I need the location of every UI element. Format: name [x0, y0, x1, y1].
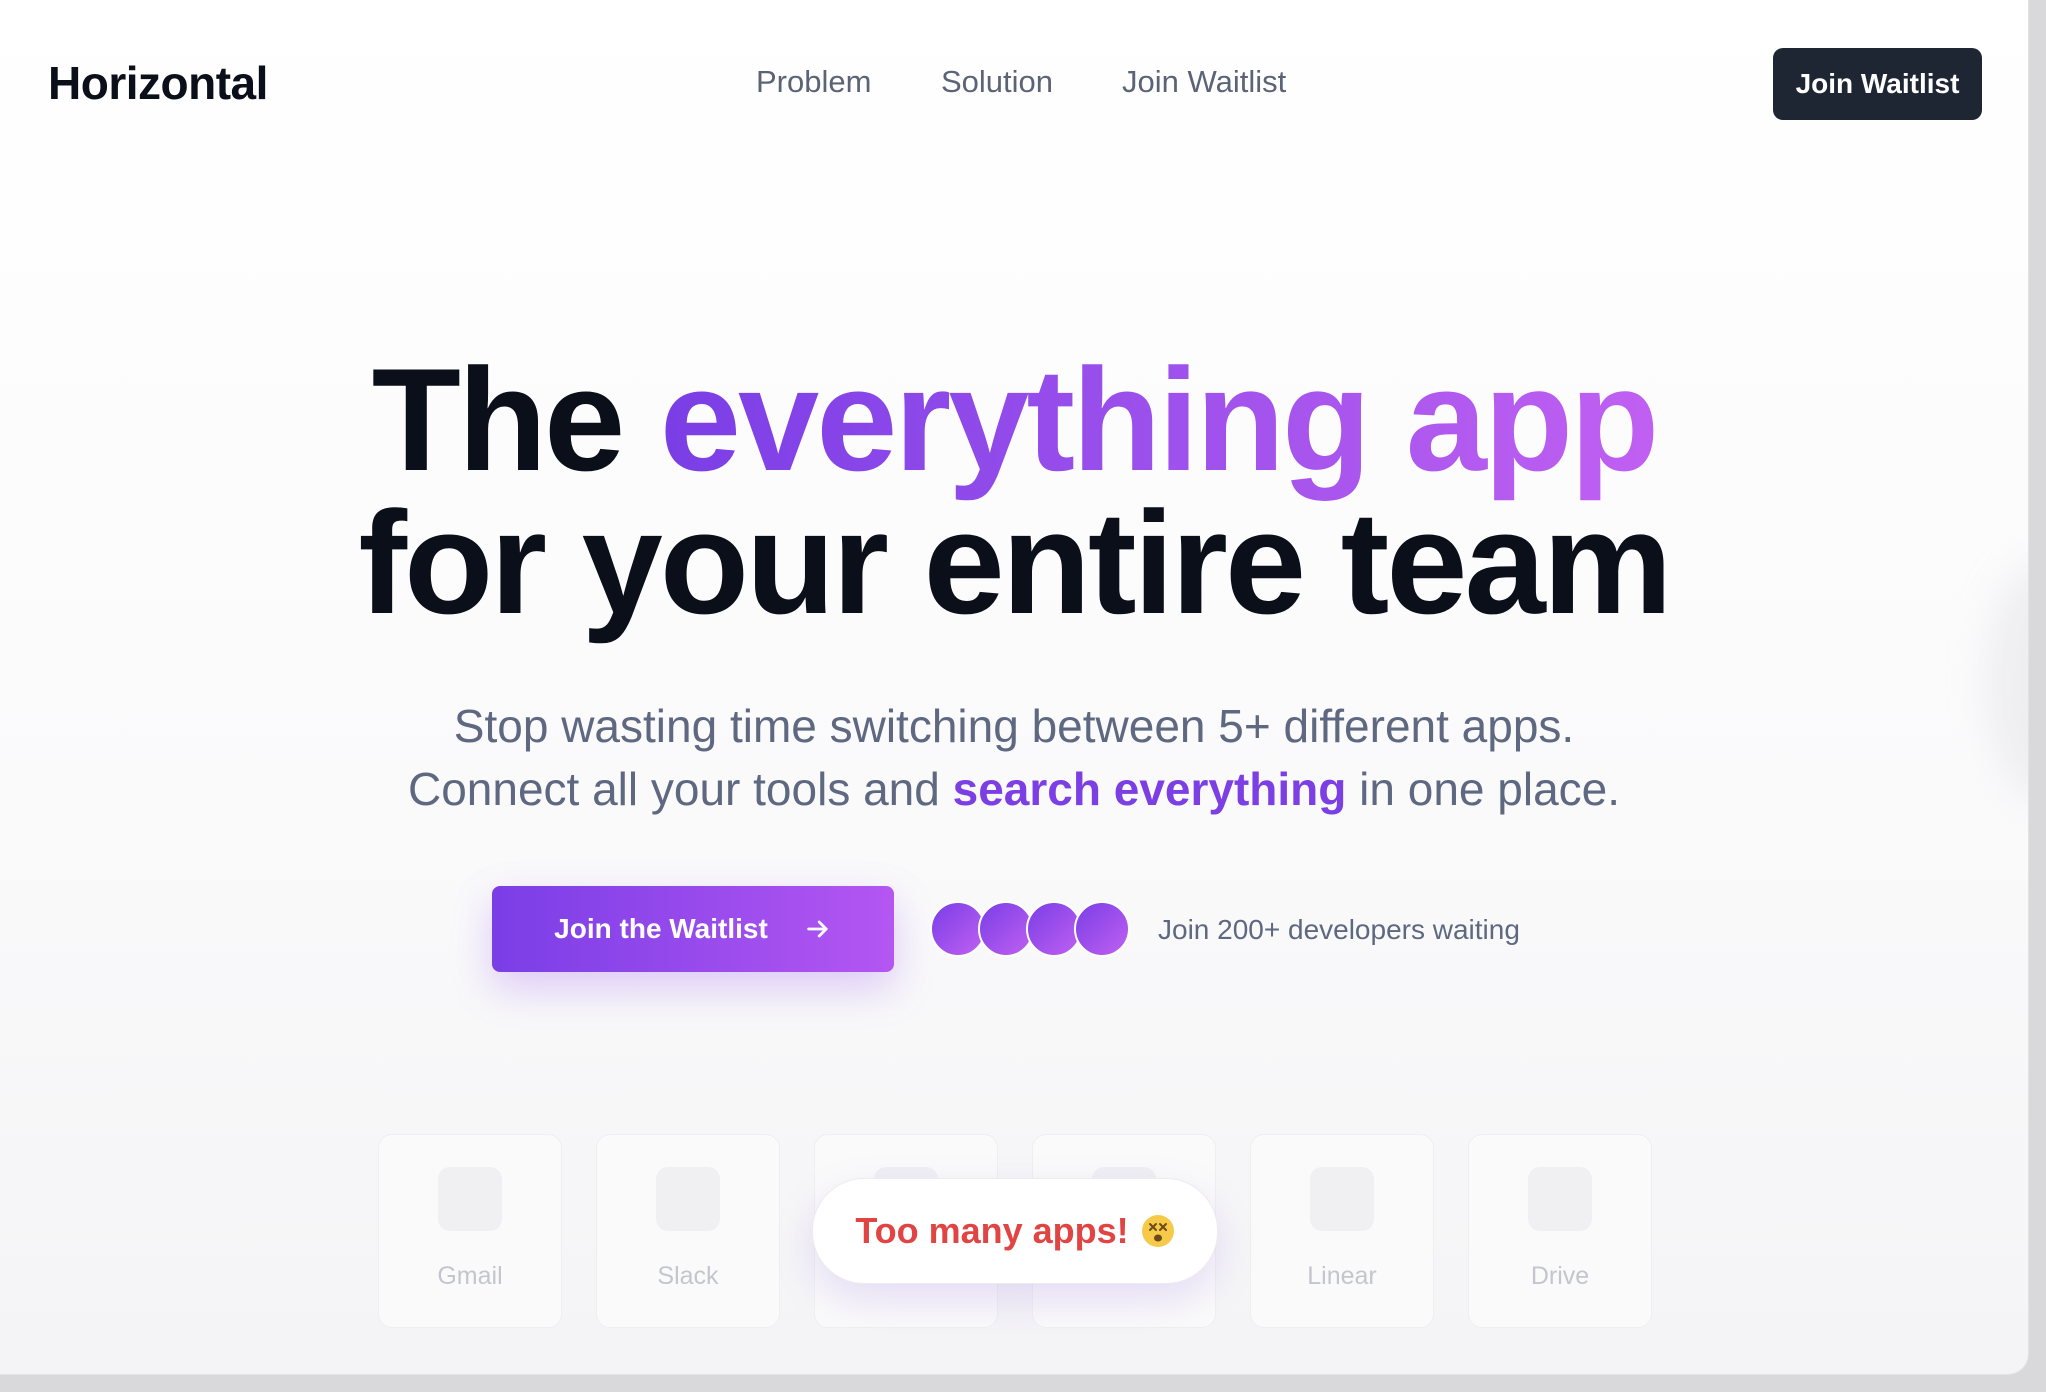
app-card-label: Gmail — [437, 1262, 503, 1290]
browser-window: Horizontal Problem Solution Join Waitlis… — [0, 0, 2028, 1374]
cta-label: Join the Waitlist — [554, 913, 768, 944]
hero-heading-highlight: everything app — [659, 338, 1659, 501]
app-card-drive: Drive — [1468, 1134, 1652, 1328]
app-card-label: Linear — [1307, 1262, 1377, 1290]
join-waitlist-button[interactable]: Join Waitlist — [1773, 48, 1982, 120]
social-proof-text: Join 200+ developers waiting — [1158, 914, 1520, 945]
hero-subtitle-line-2: Connect all your tools and search everyt… — [0, 757, 2028, 821]
nav-link-solution[interactable]: Solution — [941, 64, 1053, 100]
too-many-apps-text: Too many apps! — [855, 1210, 1129, 1251]
app-card-label: Drive — [1530, 1262, 1590, 1290]
hero-subtitle-line-1: Stop wasting time switching between 5+ d… — [453, 700, 1575, 752]
top-nav: Problem Solution Join Waitlist — [0, 64, 2028, 108]
avatar — [1074, 901, 1130, 957]
hero-heading-plain: The — [371, 338, 660, 501]
avatar-stack — [930, 901, 1140, 957]
app-icon-placeholder — [656, 1167, 720, 1231]
subtitle-text-before: Connect all your tools and — [407, 763, 953, 815]
nav-link-problem[interactable]: Problem — [756, 64, 871, 100]
app-icon-placeholder — [1310, 1167, 1374, 1231]
app-card-linear: Linear — [1250, 1134, 1434, 1328]
nav-link-join-waitlist[interactable]: Join Waitlist — [1122, 64, 1286, 100]
app-icon-placeholder — [1528, 1167, 1592, 1231]
subtitle-highlight: search everything — [952, 763, 1347, 815]
arrow-right-icon — [807, 920, 828, 938]
app-icon-placeholder — [438, 1167, 502, 1231]
hero-heading-line-2: for your entire team — [358, 481, 1672, 644]
too-many-apps-badge: Too many apps! — [812, 1178, 1218, 1284]
join-the-waitlist-button[interactable]: Join the Waitlist — [492, 886, 894, 972]
app-card-slack: Slack — [596, 1134, 780, 1328]
hero-heading-line-1: The everything app — [0, 345, 2028, 495]
app-card-gmail: Gmail — [378, 1134, 562, 1328]
subtitle-text-after: in one place. — [1346, 763, 1621, 815]
dizzy-face-icon — [1141, 1215, 1174, 1247]
app-card-label: Slack — [657, 1262, 719, 1290]
